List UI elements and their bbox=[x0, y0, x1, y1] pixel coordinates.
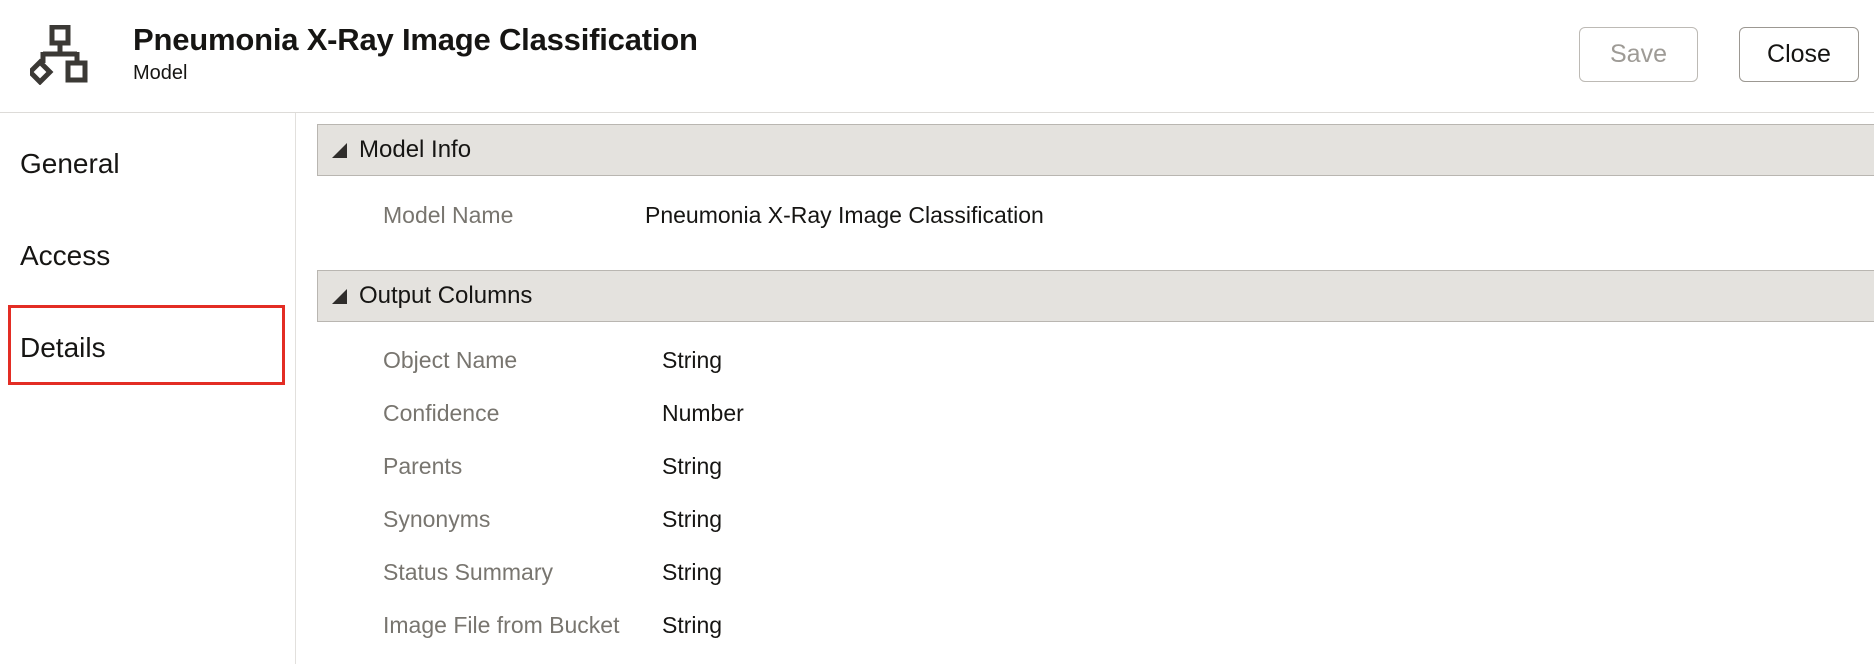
sidebar-item-general[interactable]: General bbox=[20, 148, 120, 180]
page-header: Pneumonia X-Ray Image Classification Mod… bbox=[0, 0, 1874, 113]
model-details-page: Pneumonia X-Ray Image Classification Mod… bbox=[0, 0, 1874, 664]
column-type: String bbox=[662, 559, 723, 585]
column-type: Number bbox=[662, 400, 744, 426]
close-button[interactable]: Close bbox=[1739, 27, 1859, 82]
column-type: String bbox=[662, 453, 723, 479]
column-name: Status Summary bbox=[383, 559, 553, 585]
sidebar-item-details[interactable]: Details bbox=[20, 332, 106, 364]
section-title: Output Columns bbox=[359, 282, 533, 309]
model-name-value: Pneumonia X-Ray Image Classification bbox=[645, 202, 1044, 228]
section-title: Model Info bbox=[359, 136, 472, 163]
sidebar bbox=[0, 113, 296, 664]
column-name: Object Name bbox=[383, 347, 518, 373]
model-info-section-header[interactable]: Model Info bbox=[317, 124, 1874, 176]
model-name-label: Model Name bbox=[383, 202, 514, 228]
column-name: Confidence bbox=[383, 400, 500, 426]
output-columns-section-header[interactable]: Output Columns bbox=[317, 270, 1874, 322]
column-name: Parents bbox=[383, 453, 463, 479]
page-subtitle: Model bbox=[133, 62, 188, 84]
page-title: Pneumonia X-Ray Image Classification bbox=[133, 22, 698, 57]
save-button[interactable]: Save bbox=[1579, 27, 1698, 82]
column-type: String bbox=[662, 612, 723, 638]
collapse-triangle-icon bbox=[332, 288, 347, 304]
sidebar-item-access[interactable]: Access bbox=[20, 240, 110, 272]
collapse-triangle-icon bbox=[332, 142, 347, 158]
column-type: String bbox=[662, 347, 723, 373]
model-hierarchy-icon bbox=[30, 25, 88, 85]
column-type: String bbox=[662, 506, 723, 532]
column-name: Synonyms bbox=[383, 506, 491, 532]
column-name: Image File from Bucket bbox=[383, 612, 620, 638]
